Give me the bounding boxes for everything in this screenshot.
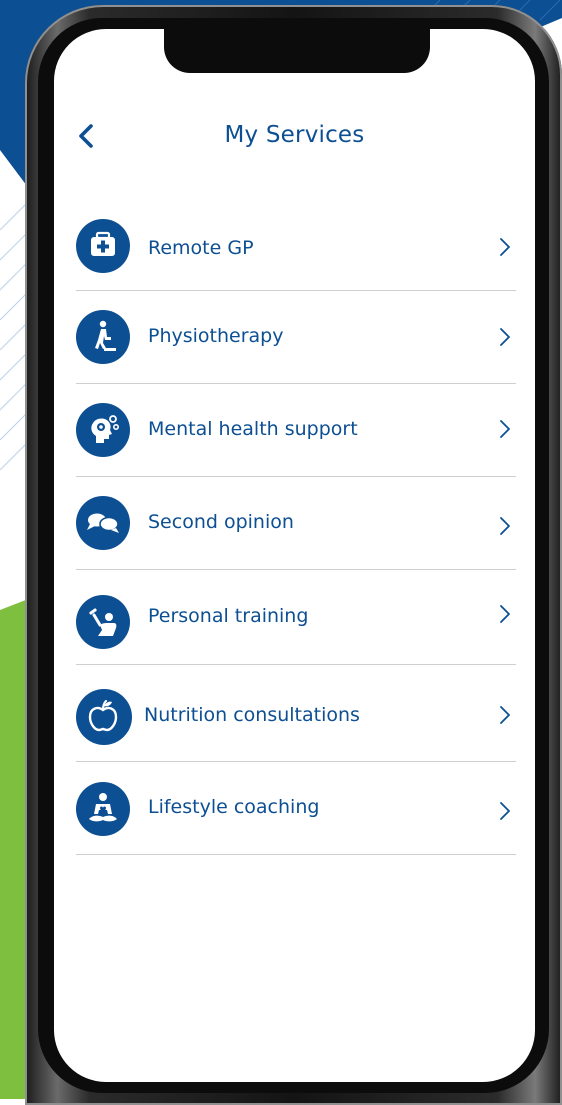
phone-screen: My Services Remote GP Physiotherapy Ment… [54,29,535,1082]
head-gears-icon [91,415,119,443]
service-item-personal-training[interactable]: Personal training [76,570,516,665]
service-item-nutrition-consultations[interactable]: Nutrition consultations [76,665,516,762]
apple-icon [88,699,118,732]
service-item-lifestyle-coaching[interactable]: Lifestyle coaching [76,762,516,855]
service-icon-mental-health [76,403,130,457]
chevron-right-icon [500,328,510,346]
page-title: My Services [224,122,365,148]
service-label: Physiotherapy [148,325,284,347]
service-label: Nutrition consultations [144,704,360,726]
service-item-physiotherapy[interactable]: Physiotherapy [76,291,516,384]
service-label: Personal training [148,605,309,627]
service-icon-physiotherapy [76,310,130,364]
service-label: Second opinion [148,511,294,533]
step-exercise-icon [95,320,116,351]
service-icon-remote-gp [76,219,130,273]
service-item-mental-health-support[interactable]: Mental health support [76,384,516,477]
chevron-right-icon [500,420,510,438]
chevron-right-icon [500,238,510,256]
chevron-right-icon [500,802,510,820]
service-label: Remote GP [148,237,254,259]
service-icon-lifestyle [76,782,130,836]
service-icon-nutrition [76,689,132,745]
chevron-right-icon [500,605,510,623]
service-label: Mental health support [148,418,358,440]
chevron-right-icon [500,706,510,724]
chevron-right-icon [500,517,510,535]
service-label: Lifestyle coaching [148,796,320,818]
meditation-icon [89,793,117,822]
phone-notch [164,29,430,73]
speech-bubbles-icon [87,513,119,533]
service-icon-personal-training [76,595,130,649]
medical-kit-icon [91,231,115,256]
service-item-remote-gp[interactable]: Remote GP [76,199,516,291]
dumbbell-lift-icon [89,608,117,636]
service-item-second-opinion[interactable]: Second opinion [76,477,516,570]
service-icon-second-opinion [76,496,130,550]
